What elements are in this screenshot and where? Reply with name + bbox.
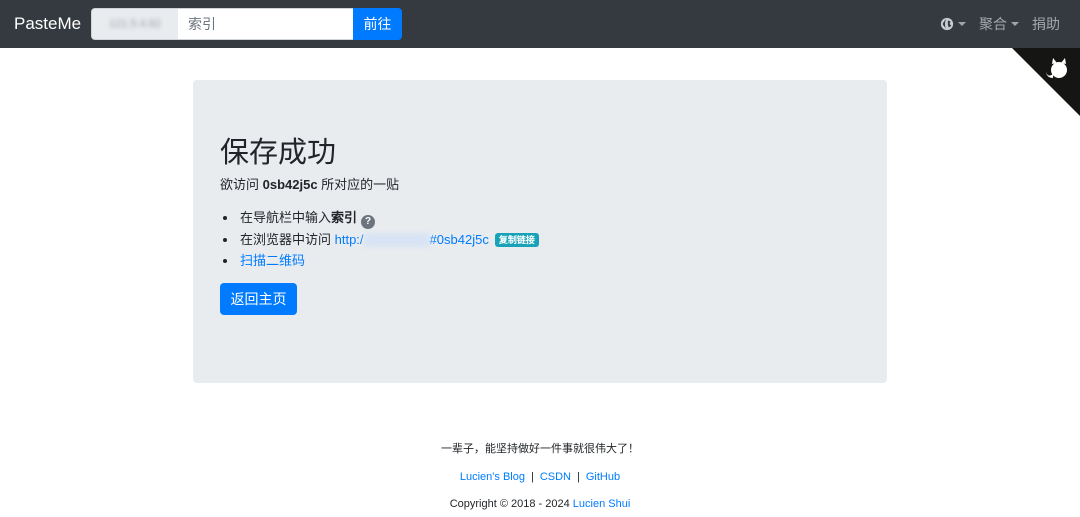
question-icon[interactable]: ? (361, 214, 376, 229)
separator: | (530, 471, 534, 483)
qr-code-link[interactable]: 扫描二维码 (240, 253, 305, 268)
footer-links: Lucien's Blog | CSDN | GitHub (0, 468, 1080, 486)
top-navbar: PasteMe 121.5.4.82 前往 聚合 捐助 (0, 0, 1080, 48)
home-button[interactable]: 返回主页 (220, 283, 297, 315)
page-title: 保存成功 (220, 137, 337, 169)
language-dropdown[interactable] (940, 17, 966, 31)
footer: 一辈子，能坚持做好一件事就很伟大了！ Lucien's Blog | CSDN | Gi… (0, 440, 1080, 513)
list-item: 在浏览器中访问 http:/#0sb42j5c 复制链接 (238, 229, 539, 250)
search-input[interactable] (178, 8, 353, 40)
aggregate-label: 聚合 (979, 16, 1007, 32)
csdn-link[interactable]: CSDN (540, 471, 571, 483)
blog-link[interactable]: Lucien's Blog (460, 471, 525, 483)
list-item: 在导航栏中输入索引? (238, 207, 539, 229)
lead-text: 欲访问 0sb42j5c 所对应的一贴 (220, 176, 399, 194)
chevron-down-icon (1011, 22, 1019, 26)
donate-link[interactable]: 捐助 (1032, 14, 1060, 34)
success-panel: 保存成功 欲访问 0sb42j5c 所对应的一贴 在导航栏中输入索引? 在浏览器… (193, 80, 887, 383)
github-link[interactable]: GitHub (586, 471, 620, 483)
step1-bold: 索引 (331, 210, 358, 225)
author-link[interactable]: Lucien Shui (573, 498, 631, 510)
separator: | (577, 471, 580, 483)
chevron-down-icon (958, 22, 966, 26)
access-steps: 在导航栏中输入索引? 在浏览器中访问 http:/#0sb42j5c 复制链接 扫… (220, 207, 539, 271)
footer-motto: 一辈子，能坚持做好一件事就很伟大了！ (441, 443, 639, 455)
copyright: Copyright © 2018 - 2024 Lucien Shui (0, 495, 1080, 513)
list-item: 扫描二维码 (238, 250, 539, 271)
donate-label: 捐助 (1032, 16, 1060, 32)
lead-prefix: 欲访问 (220, 177, 263, 192)
paste-url-link[interactable]: http:/#0sb42j5c (335, 232, 489, 247)
github-corner-icon[interactable] (1012, 48, 1080, 116)
step2-text: 在浏览器中访问 (240, 231, 335, 247)
aggregate-dropdown[interactable]: 聚合 (979, 14, 1019, 34)
go-button[interactable]: 前往 (353, 8, 402, 40)
nav-right: 聚合 捐助 (940, 14, 1060, 34)
search-bar: 121.5.4.82 前往 (91, 8, 402, 40)
paste-key: 0sb42j5c (262, 177, 318, 192)
globe-icon (940, 17, 954, 31)
copyright-text: Copyright © 2018 - 2024 (449, 498, 573, 510)
brand-logo[interactable]: PasteMe (14, 13, 81, 35)
step1-text: 在导航栏中输入 (240, 210, 332, 225)
copy-link-badge[interactable]: 复制链接 (494, 232, 539, 247)
lead-suffix: 所对应的一贴 (317, 177, 400, 192)
search-prefix: 121.5.4.82 (91, 8, 178, 40)
